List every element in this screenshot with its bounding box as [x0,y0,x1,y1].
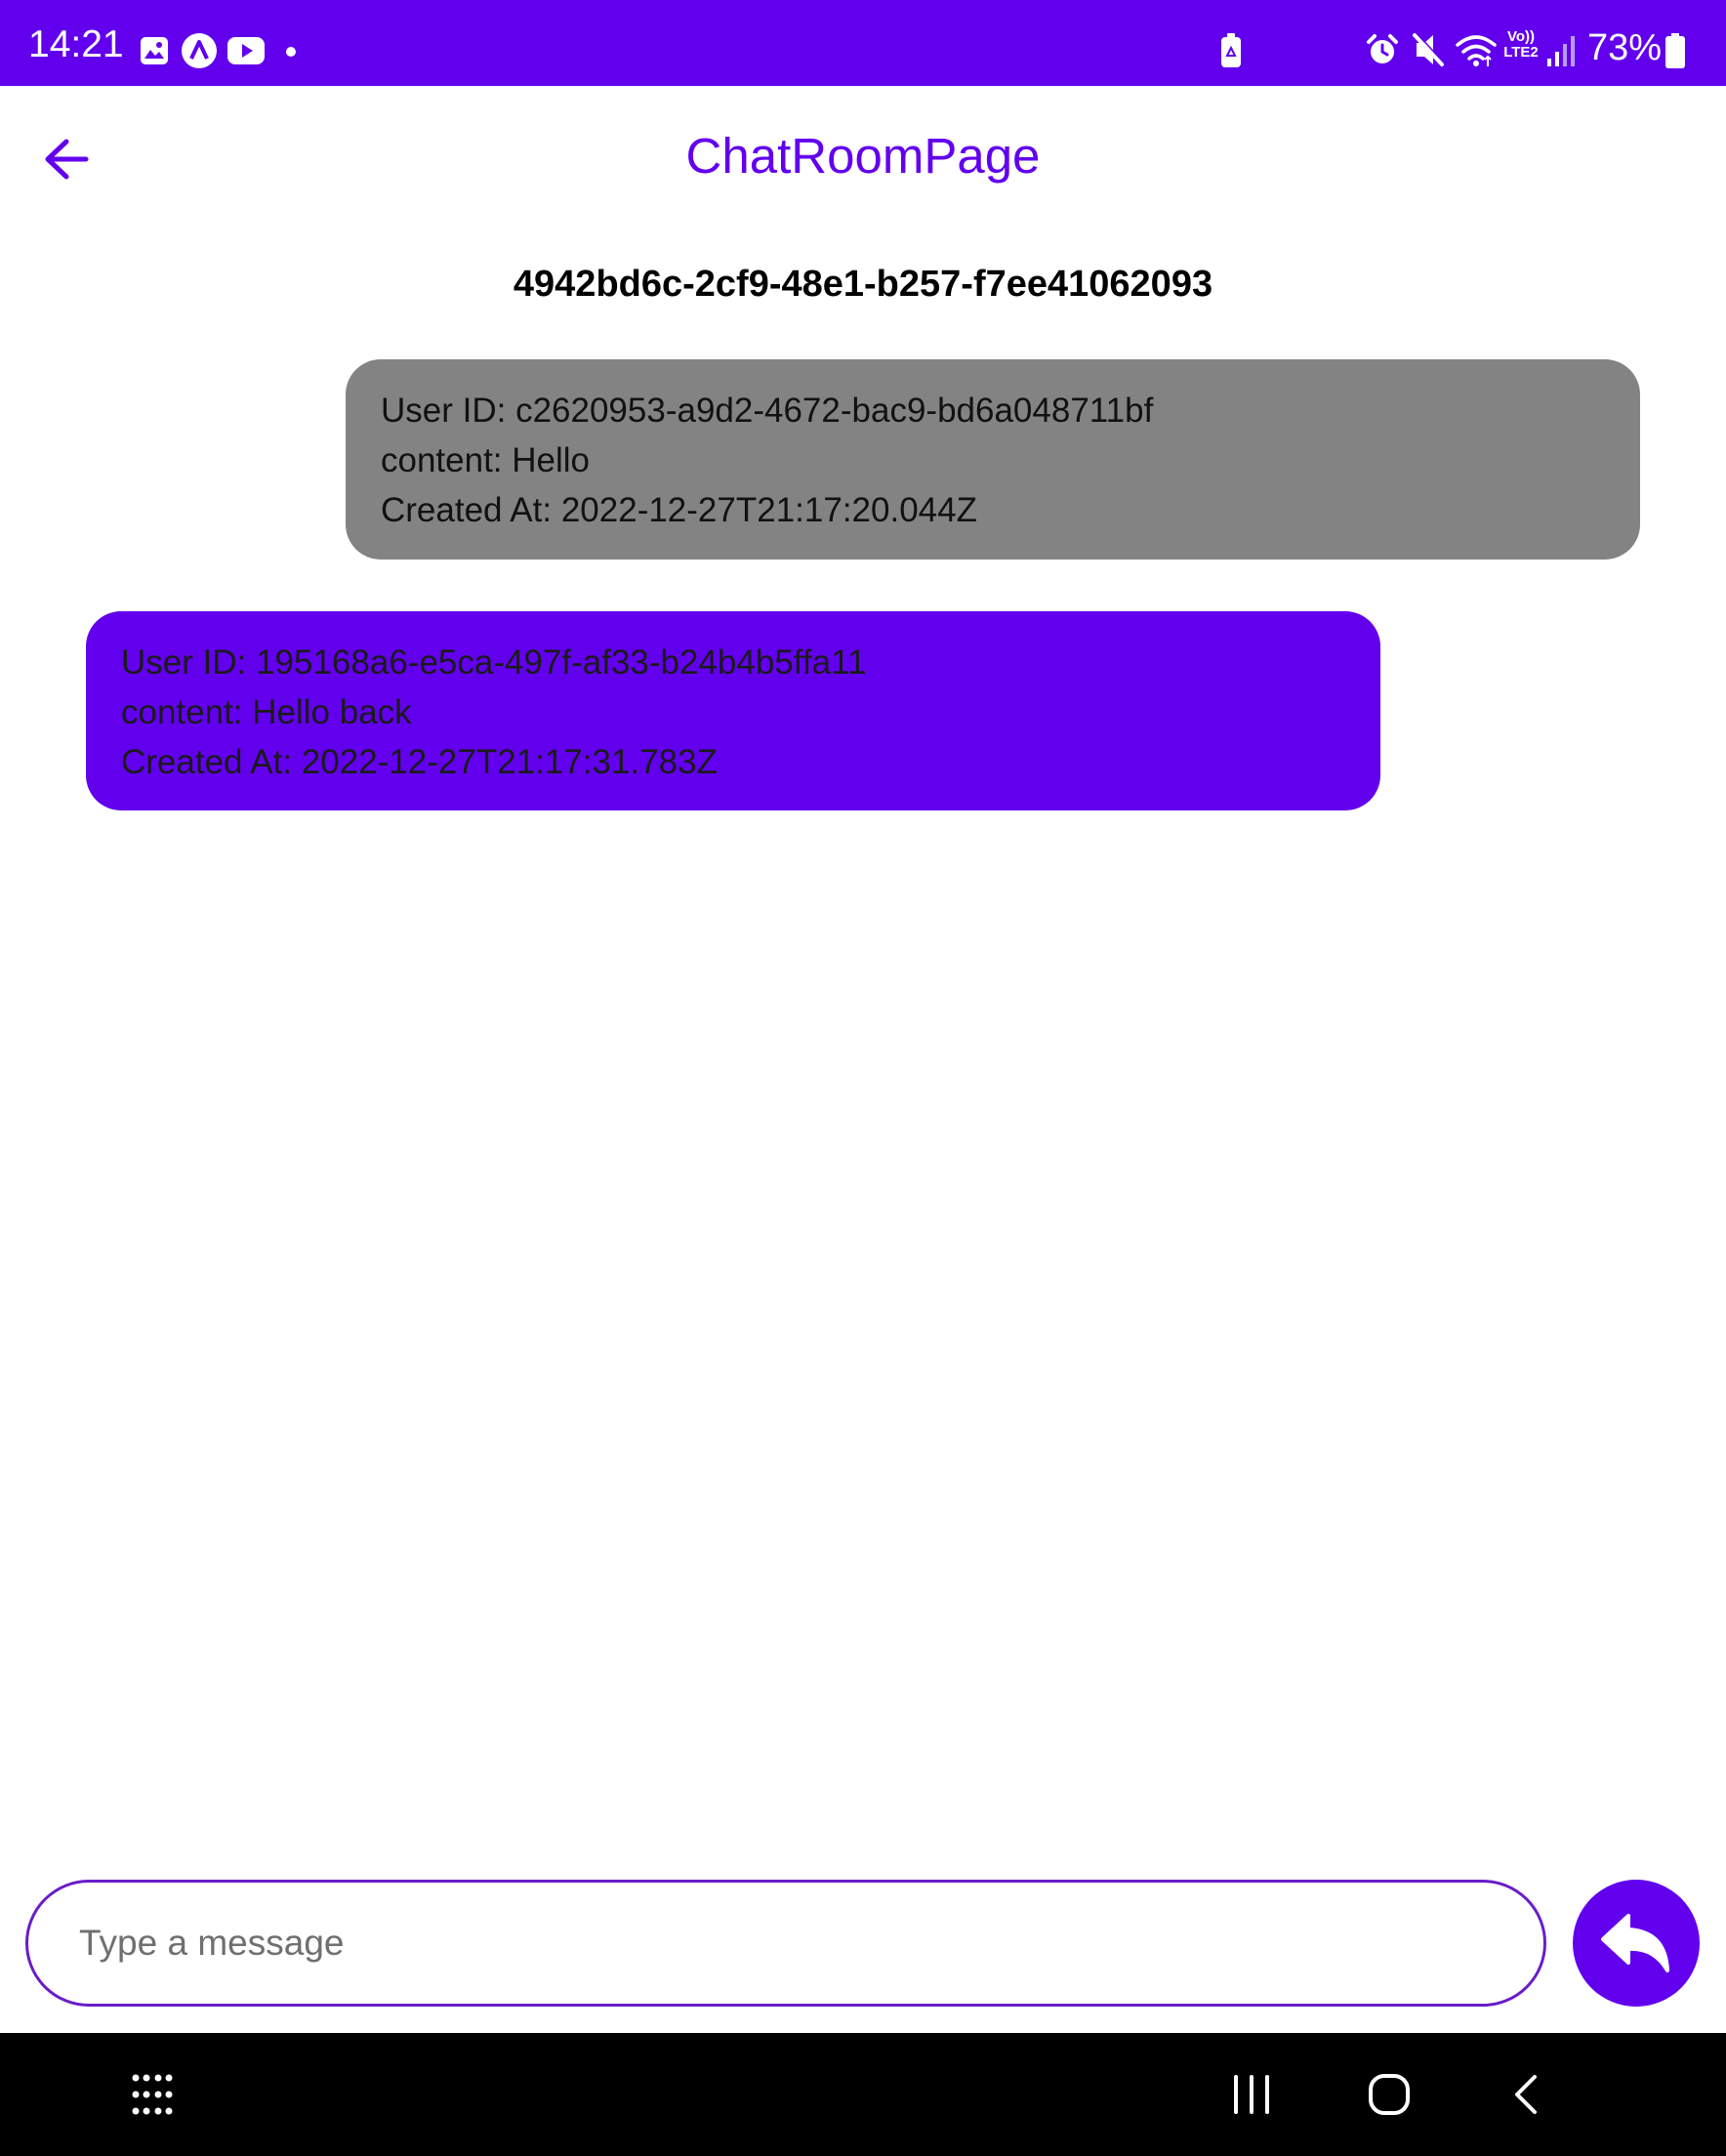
message-bubble: User ID: 195168a6-e5ca-497f-af33-b24b4b5… [86,611,1380,810]
status-time: 14:21 [28,23,124,65]
navigation-bar [0,2033,1726,2156]
message-content: content: Hello back [121,693,412,731]
nav-back-button[interactable] [1498,2065,1556,2124]
back-icon [1515,2075,1537,2114]
youtube-icon [227,37,265,64]
apps-grid-icon [132,2074,173,2115]
battery-saver-icon [1221,33,1241,67]
mute-icon [1413,32,1445,66]
alarm-icon [1367,34,1398,63]
send-button[interactable] [1573,1880,1700,2007]
status-bar: 14:21 Vo)) LTE2 73% [0,0,1726,86]
home-button[interactable] [1360,2065,1418,2124]
message-created-at: Created At: 2022-12-27T21:17:31.783Z [121,743,718,781]
battery-percent: 73% [1587,27,1663,68]
reply-icon [1601,1914,1669,1972]
app-icon [182,33,217,68]
gallery-icon [141,37,168,64]
recents-icon [1234,2075,1269,2114]
message-bubble: User ID: c2620953-a9d2-4672-bac9-bd6a048… [346,359,1640,560]
app-bar: ChatRoomPage [0,86,1726,232]
message-input[interactable] [25,1880,1546,2007]
notification-dot-icon [286,47,296,57]
battery-icon [1665,33,1685,68]
signal-icon [1547,36,1575,66]
message-content: content: Hello [381,441,591,479]
message-user-id: User ID: 195168a6-e5ca-497f-af33-b24b4b5… [121,643,867,682]
chat-room-id: 4942bd6c-2cf9-48e1-b257-f7ee41062093 [513,264,1213,305]
apps-grid-button[interactable] [123,2065,182,2124]
home-icon [1369,2074,1410,2115]
message-created-at: Created At: 2022-12-27T21:17:20.044Z [381,491,977,529]
volte-label-top: Vo)) [1506,28,1536,45]
recents-button[interactable] [1222,2065,1281,2124]
page-title: ChatRoomPage [685,128,1041,184]
volte-icon: Vo)) LTE2 [1500,29,1542,68]
volte-label-bottom: LTE2 [1503,44,1539,61]
message-user-id: User ID: c2620953-a9d2-4672-bac9-bd6a048… [381,392,1154,430]
wifi-icon [1456,35,1497,66]
